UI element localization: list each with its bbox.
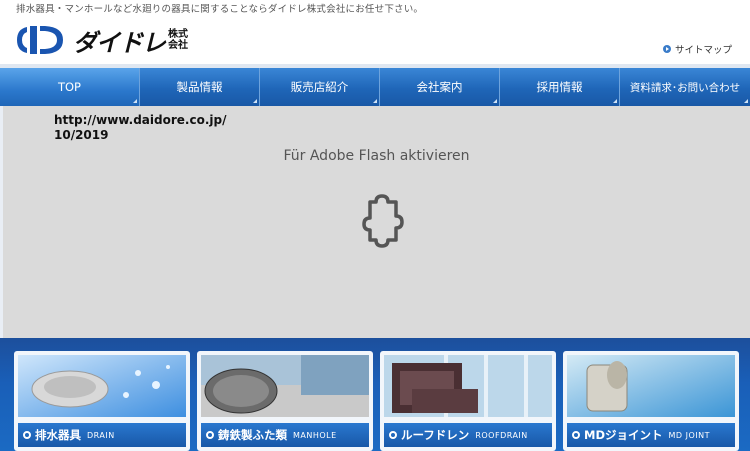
corner-icon (613, 99, 617, 103)
card-roofdrain[interactable]: ルーフドレン ROOFDRAIN (380, 351, 556, 451)
roofdrain-image-icon (384, 355, 552, 417)
company-logo[interactable]: ダイドレ 株式 会社 (15, 23, 188, 57)
corner-icon (744, 99, 748, 103)
puzzle-icon[interactable] (352, 190, 408, 254)
logo-sub-top: 株式 (168, 29, 188, 40)
nav-item-products[interactable]: 製品情報 (140, 68, 260, 106)
overlay-date: 10/2019 (54, 128, 109, 142)
nav-item-company[interactable]: 会社案内 (380, 68, 500, 106)
card-label: 排水器具 DRAIN (18, 423, 186, 447)
overlay-url: http://www.daidore.co.jp/ (54, 113, 227, 127)
bullet-icon (206, 431, 214, 439)
logo-mark-icon (17, 26, 63, 54)
card-label: MDジョイント MD JOINT (567, 423, 735, 447)
archive-overlay: http://www.daidore.co.jp/ 10/2019 (54, 113, 226, 143)
sitemap-link[interactable]: サイトマップ (662, 42, 732, 56)
card-subtitle: DRAIN (87, 430, 115, 440)
card-mdjoint[interactable]: MDジョイント MD JOINT (563, 351, 739, 451)
manhole-image-icon (201, 355, 369, 417)
nav-item-label: 資料請求･お問い合わせ (629, 81, 741, 94)
bullet-icon (389, 431, 397, 439)
logo-text: ダイドレ (73, 28, 166, 57)
card-manhole[interactable]: 鋳鉄製ふた類 MANHOLE (197, 351, 373, 451)
nav-item-recruit[interactable]: 採用情報 (500, 68, 620, 106)
flash-message[interactable]: Für Adobe Flash aktivieren (3, 148, 750, 164)
card-title: 排水器具 (35, 428, 81, 442)
nav-item-label: 製品情報 (176, 80, 223, 94)
nav-item-label: TOP (57, 80, 81, 94)
nav-item-top[interactable]: TOP (0, 68, 140, 106)
card-subtitle: MANHOLE (293, 430, 337, 440)
card-title: ルーフドレン (401, 428, 470, 442)
bullet-icon (23, 431, 31, 439)
card-label: 鋳鉄製ふた類 MANHOLE (201, 423, 369, 447)
main-nav: TOP 製品情報 販売店紹介 会社案内 採用情報 資料請求･お問い合わせ (0, 68, 750, 106)
mdjoint-image-icon (567, 355, 735, 417)
corner-icon (133, 99, 137, 103)
card-subtitle: MD JOINT (668, 430, 710, 440)
corner-icon (493, 99, 497, 103)
corner-icon (373, 99, 377, 103)
logo-sub: 株式 会社 (168, 29, 188, 51)
header-tagline: 排水器具・マンホールなど水廻りの器具に関することならダイドレ株式会社にお任せ下さ… (16, 4, 424, 15)
nav-item-label: 採用情報 (536, 80, 583, 94)
drain-image-icon (18, 355, 186, 417)
logo-sub-bottom: 会社 (168, 40, 188, 51)
card-title: MDジョイント (584, 428, 663, 442)
nav-item-dealers[interactable]: 販売店紹介 (260, 68, 380, 106)
nav-item-label: 販売店紹介 (290, 80, 349, 94)
nav-item-label: 会社案内 (416, 80, 463, 94)
arrow-right-icon (662, 45, 671, 53)
card-drain[interactable]: 排水器具 DRAIN (14, 351, 190, 451)
bullet-icon (572, 431, 580, 439)
card-subtitle: ROOFDRAIN (475, 430, 528, 440)
corner-icon (253, 99, 257, 103)
sitemap-label: サイトマップ (674, 45, 732, 56)
card-title: 鋳鉄製ふた類 (218, 428, 287, 442)
card-label: ルーフドレン ROOFDRAIN (384, 423, 552, 447)
nav-item-contact[interactable]: 資料請求･お問い合わせ (620, 68, 750, 106)
